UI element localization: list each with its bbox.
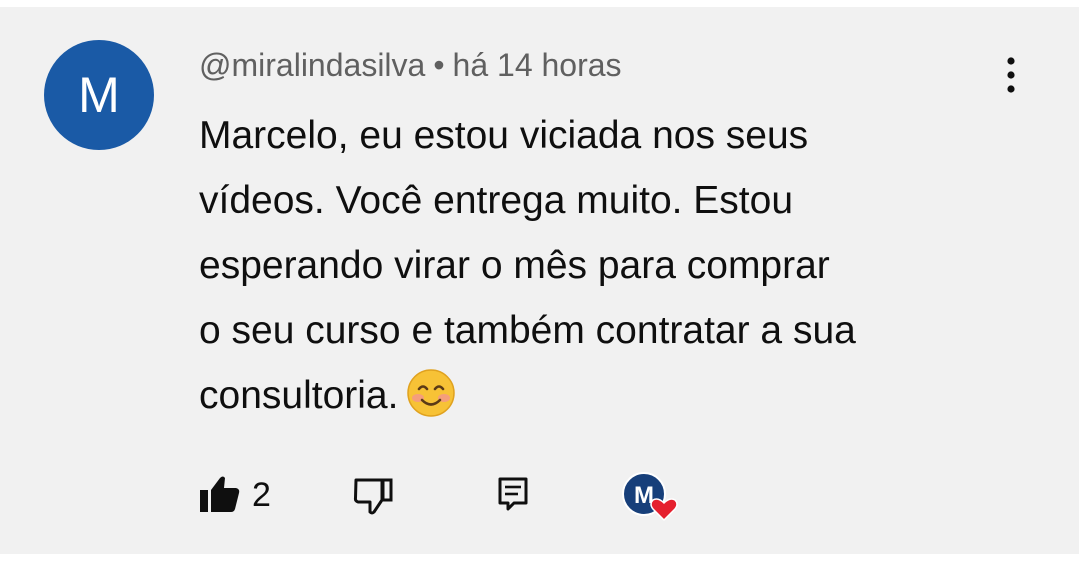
comment-line: consultoria. xyxy=(199,374,399,417)
separator-dot: • xyxy=(433,47,445,83)
comment-line: Marcelo, eu estou viciada nos seus xyxy=(199,114,809,157)
thumbs-up-filled-icon[interactable] xyxy=(198,474,242,514)
like-count: 2 xyxy=(252,476,271,514)
comment-line: vídeos. Você entrega muito. Estou xyxy=(199,179,794,222)
comment-last-line: consultoria. xyxy=(199,363,989,428)
comment-line: o seu curso e também contratar a sua xyxy=(199,309,856,352)
avatar-letter: M xyxy=(78,67,120,123)
comment-actions: 2 M xyxy=(0,464,1079,524)
more-vertical-icon[interactable] xyxy=(996,55,1026,95)
comment-text: Marcelo, eu estou viciada nos seus vídeo… xyxy=(199,103,989,428)
smiling-face-emoji xyxy=(407,369,456,417)
username-link[interactable]: @miralindasilva xyxy=(199,47,425,83)
avatar[interactable]: M xyxy=(44,40,154,150)
timestamp[interactable]: há 14 horas xyxy=(453,47,622,83)
reply-comment-icon[interactable] xyxy=(496,476,530,512)
thumbs-down-icon[interactable] xyxy=(352,476,396,516)
creator-heart-avatar-icon: M xyxy=(622,472,678,522)
comment-line: esperando virar o mês para comprar xyxy=(199,244,830,287)
comment-header: @miralindasilva • há 14 horas xyxy=(199,47,622,84)
comment-card: M @miralindasilva • há 14 horas Marcelo, e… xyxy=(0,7,1079,554)
